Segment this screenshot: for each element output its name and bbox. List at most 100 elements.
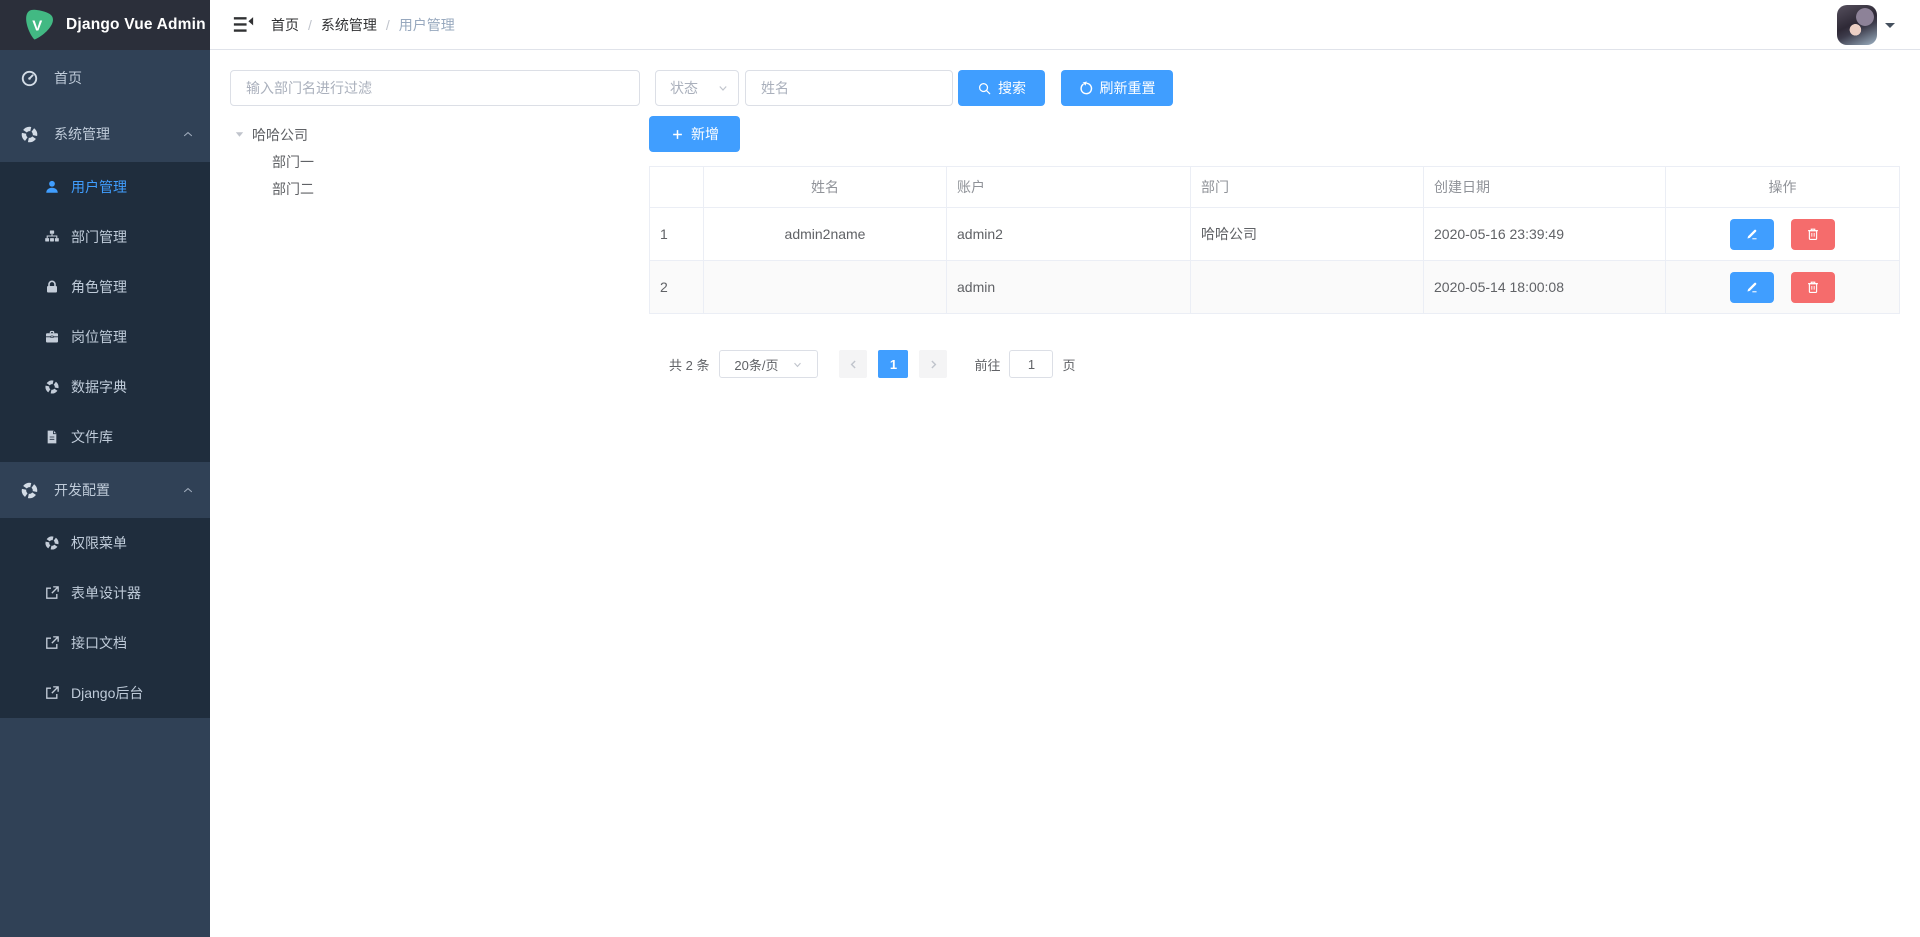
next-page-button[interactable] [919,350,947,378]
page-number-button[interactable]: 1 [878,350,908,378]
dashboard-icon [20,69,39,88]
sidebar-item-dept-management[interactable]: 部门管理 [0,212,210,262]
sidebar-item-data-dict[interactable]: 数据字典 [0,362,210,412]
cell-actions [1666,261,1900,314]
col-header-created: 创建日期 [1424,167,1666,208]
dept-filter-input[interactable] [230,70,640,106]
goto-page-input[interactable] [1009,350,1053,378]
edit-pencil-icon [1745,227,1759,241]
tree-node-child[interactable]: 部门二 [230,175,640,202]
component-icon [20,481,39,500]
pagination-total: 共 2 条 [669,355,709,374]
hamburger-icon[interactable] [233,14,254,35]
caret-down-icon [791,358,804,371]
cell-index: 2 [650,261,704,314]
prev-page-button[interactable] [839,350,867,378]
sidebar-item-user-management[interactable]: 用户管理 [0,162,210,212]
filter-row: 状态 搜索 刷新重置 [230,70,1900,106]
sidebar-item-label: 开发配置 [54,480,110,500]
arrow-right-icon [927,358,940,371]
sidebar-item-file-library[interactable]: 文件库 [0,412,210,462]
page-size-value: 20条/页 [734,355,778,374]
pagination: 共 2 条 20条/页 1 前往 页 [669,350,1900,378]
breadcrumb-separator: / [308,17,312,33]
sidebar-item-django-admin[interactable]: Django后台 [0,668,210,718]
cell-created: 2020-05-14 18:00:08 [1424,261,1666,314]
sidebar-item-dev-config[interactable]: 开发配置 [0,462,210,518]
refresh-reset-button[interactable]: 刷新重置 [1061,70,1173,106]
topbar: 首页 / 系统管理 / 用户管理 [210,0,1920,50]
table-panel: 新增 姓名 账户 部门 创建日期 操作 [649,116,1900,378]
chevron-up-icon [181,483,195,497]
sidebar-item-permission-menu[interactable]: 权限菜单 [0,518,210,568]
sidebar-item-label: 文件库 [71,427,113,447]
table-row: 1 admin2name admin2 哈哈公司 2020-05-16 23:3… [650,208,1900,261]
sidebar-item-system-management[interactable]: 系统管理 [0,106,210,162]
submenu-dev-config: 权限菜单 表单设计器 接口文档 Django后台 [0,518,210,718]
sidebar-item-label: 表单设计器 [71,583,141,603]
tree-node-label: 部门二 [272,179,314,199]
cell-created: 2020-05-16 23:39:49 [1424,208,1666,261]
table-header-row: 姓名 账户 部门 创建日期 操作 [650,167,1900,208]
delete-button[interactable] [1791,272,1835,303]
external-link-icon [44,585,60,601]
sidebar-item-home[interactable]: 首页 [0,50,210,106]
caret-down-icon [1885,23,1895,33]
edit-button[interactable] [1730,272,1774,303]
sidebar-item-post-management[interactable]: 岗位管理 [0,312,210,362]
arrow-left-icon [847,358,860,371]
edit-button[interactable] [1730,219,1774,250]
topbar-right [1837,5,1895,45]
trash-icon [1806,280,1820,294]
status-select-placeholder: 状态 [670,78,698,98]
user-avatar[interactable] [1837,5,1877,45]
refresh-icon [1079,81,1094,96]
cell-account: admin2 [947,208,1191,261]
cell-name [704,261,947,314]
tree-node-label: 部门一 [272,152,314,172]
page-unit-label: 页 [1062,355,1075,374]
page-content: 状态 搜索 刷新重置 哈哈公司 部门一 [210,50,1920,937]
sidebar-item-role-management[interactable]: 角色管理 [0,262,210,312]
component-icon [44,535,60,551]
trash-icon [1806,227,1820,241]
app-title: Django Vue Admin [66,16,206,34]
search-button[interactable]: 搜索 [958,70,1045,106]
sidebar-item-api-docs[interactable]: 接口文档 [0,618,210,668]
sidebar-item-label: 岗位管理 [71,327,127,347]
tree-node-child[interactable]: 部门一 [230,148,640,175]
user-icon [44,179,60,195]
status-select[interactable]: 状态 [655,70,739,106]
tree-node-root[interactable]: 哈哈公司 [230,121,640,148]
cell-dept [1191,261,1424,314]
plus-icon [670,127,685,142]
sidebar-item-label: 接口文档 [71,633,127,653]
body-row: 哈哈公司 部门一 部门二 新增 [230,116,1900,378]
sidebar-item-label: Django后台 [71,683,143,703]
col-header-index [650,167,704,208]
breadcrumb-home[interactable]: 首页 [271,15,299,35]
sidebar-menu: 首页 系统管理 用户管理 部门管理 角色管理 岗位管理 [0,50,210,937]
external-link-icon [44,635,60,651]
add-button[interactable]: 新增 [649,116,740,152]
sidebar-item-form-designer[interactable]: 表单设计器 [0,568,210,618]
component-icon [20,125,39,144]
goto-label: 前往 [974,355,1000,374]
component-icon [44,379,60,395]
briefcase-icon [44,329,60,345]
cell-dept: 哈哈公司 [1191,208,1424,261]
dept-tree: 哈哈公司 部门一 部门二 [230,116,640,202]
caret-down-icon [234,129,245,140]
name-filter-input[interactable] [745,70,953,106]
breadcrumb-current: 用户管理 [399,15,455,35]
caret-down-icon [716,81,730,95]
documentation-icon [44,429,60,445]
delete-button[interactable] [1791,219,1835,250]
sidebar: V Django Vue Admin 首页 系统管理 用户管理 部门管理 角 [0,0,210,937]
page-size-select[interactable]: 20条/页 [719,350,818,378]
col-header-name: 姓名 [704,167,947,208]
tree-node-label: 哈哈公司 [252,125,308,145]
breadcrumb-system[interactable]: 系统管理 [321,15,377,35]
cell-index: 1 [650,208,704,261]
breadcrumb: 首页 / 系统管理 / 用户管理 [271,15,455,35]
